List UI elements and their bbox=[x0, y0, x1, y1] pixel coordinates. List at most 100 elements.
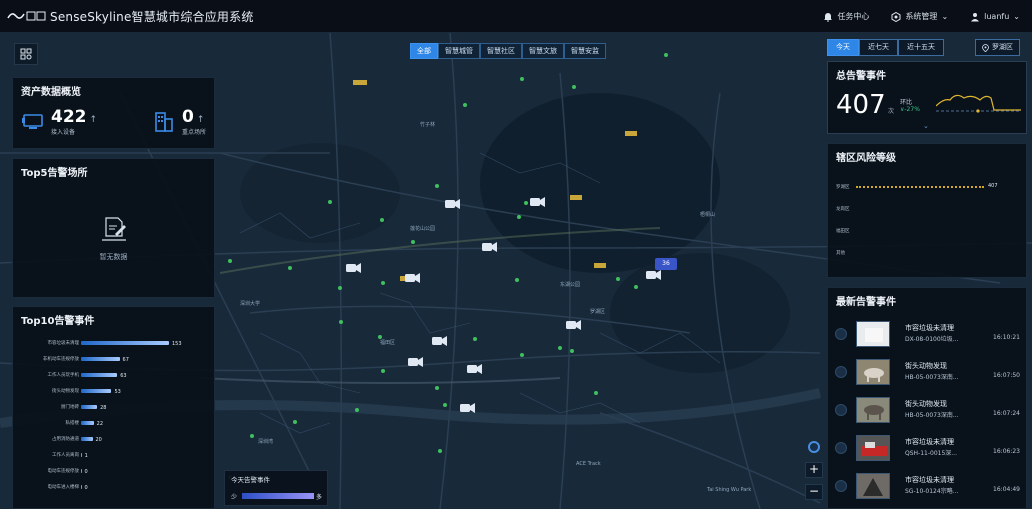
alert-snapshot-thumbnail[interactable] bbox=[856, 321, 890, 347]
bar-fill bbox=[81, 469, 82, 473]
devices-value: 422 bbox=[51, 107, 87, 127]
bar-value: 20 bbox=[95, 437, 102, 443]
alert-snapshot-thumbnail[interactable] bbox=[856, 435, 890, 461]
tab-last-15-days[interactable]: 近十五天 bbox=[898, 39, 944, 56]
alert-row[interactable]: 市容垃圾未清理 SG-10-0124宗略... 16:04:49 bbox=[828, 468, 1026, 504]
expand-chevron-icon[interactable]: ⌄ bbox=[923, 122, 929, 130]
alert-type: 市容垃圾未清理 bbox=[905, 476, 954, 484]
camera-icon[interactable] bbox=[530, 196, 545, 208]
panel-title: 总告警事件 bbox=[836, 71, 886, 82]
zoom-in-button[interactable]: + bbox=[805, 462, 823, 478]
map-label: Tai Shing Wu Park bbox=[707, 487, 752, 493]
alert-camera: HB-05-0073深南... bbox=[905, 412, 959, 419]
bar-fill bbox=[81, 389, 112, 393]
bar-track: 153 bbox=[81, 341, 182, 347]
task-center-button[interactable]: 任务中心 bbox=[823, 11, 869, 22]
bar-track: 28 bbox=[81, 405, 169, 411]
risk-label: 其他 bbox=[836, 251, 845, 256]
tab-smart-tourism[interactable]: 智慧文旅 bbox=[522, 43, 564, 59]
top10-bar-row: 电动车进入楼梯 0 bbox=[13, 483, 214, 491]
cluster-marker[interactable]: 36 bbox=[655, 258, 677, 270]
bar-label: 工作人员离岗 bbox=[52, 453, 79, 458]
chevron-down-icon: ⌄ bbox=[941, 12, 949, 21]
tab-all[interactable]: 全部 bbox=[410, 43, 438, 59]
alert-time: 16:07:50 bbox=[993, 372, 1020, 379]
legend-low-label: 少 bbox=[231, 494, 238, 501]
layer-toggle-button[interactable] bbox=[14, 43, 38, 65]
bar-fill bbox=[81, 485, 82, 489]
asset-overview-panel: 资产数据概览 422 ↑ 接入设备 0 ↑ 重点场所 bbox=[12, 77, 215, 149]
user-icon bbox=[971, 12, 980, 21]
risk-row: 福田区 bbox=[828, 226, 1026, 236]
bar-label: 电动车违规停放 bbox=[47, 469, 80, 474]
devices-label: 接入设备 bbox=[51, 129, 76, 136]
app-title: SenseSkyline智慧城市综合应用系统 bbox=[50, 9, 254, 24]
chevron-down-icon: ⌄ bbox=[1013, 12, 1020, 21]
risk-row: 龙岗区 bbox=[828, 204, 1026, 214]
camera-icon[interactable] bbox=[467, 363, 482, 375]
risk-label: 福田区 bbox=[836, 229, 850, 234]
total-alerts-panel: 总告警事件 407 次 环比 ∨-27% ⌄ bbox=[827, 61, 1027, 134]
area-select-label: 罗湖区 bbox=[992, 43, 1013, 51]
top10-bar-row: 私搭楼 22 bbox=[13, 419, 214, 427]
tab-smart-safety[interactable]: 智慧安监 bbox=[564, 43, 606, 59]
map-label: 罗湖区 bbox=[590, 309, 606, 315]
camera-icon[interactable] bbox=[482, 241, 497, 253]
alert-row[interactable]: 街头动物发现 HB-05-0073深南... 16:07:24 bbox=[828, 392, 1026, 428]
map-label: 福田区 bbox=[380, 340, 396, 346]
panel-title: 资产数据概览 bbox=[21, 87, 81, 98]
bar-value: 153 bbox=[172, 341, 182, 347]
area-select-button[interactable]: 罗湖区 bbox=[975, 39, 1020, 56]
camera-icon[interactable] bbox=[566, 319, 581, 331]
alert-camera: QSH-11-0015深... bbox=[905, 450, 957, 457]
alert-type: 市容垃圾未清理 bbox=[905, 324, 954, 332]
camera-icon[interactable] bbox=[408, 356, 423, 368]
alert-type-icon bbox=[835, 442, 847, 454]
alert-row[interactable]: 市容垃圾未清理 DX-08-0100垃圾... 16:10:21 bbox=[828, 316, 1026, 352]
alert-camera: DX-08-0100垃圾... bbox=[905, 336, 959, 343]
legend-gradient bbox=[242, 493, 314, 499]
alert-snapshot-thumbnail[interactable] bbox=[856, 359, 890, 385]
bar-label: 厨门地砖 bbox=[61, 405, 79, 410]
alert-time: 16:10:21 bbox=[993, 334, 1020, 341]
tab-last-7-days[interactable]: 近七天 bbox=[859, 39, 898, 56]
camera-icon[interactable] bbox=[432, 335, 447, 347]
top10-bar-row: 街头动物发现 53 bbox=[13, 387, 214, 395]
zoom-out-button[interactable]: − bbox=[805, 484, 823, 500]
user-name: luanfu bbox=[984, 12, 1010, 21]
camera-icon[interactable] bbox=[445, 198, 460, 210]
alert-row[interactable]: 市容垃圾未清理 QSH-11-0015深... 16:06:23 bbox=[828, 430, 1026, 466]
bar-fill bbox=[81, 405, 98, 409]
tab-today[interactable]: 今天 bbox=[827, 39, 859, 56]
panel-title: Top5告警场所 bbox=[21, 168, 88, 179]
total-alerts-unit: 次 bbox=[888, 108, 895, 115]
top5-places-panel: Top5告警场所 暂无数据 bbox=[12, 158, 215, 298]
bar-value: 1 bbox=[84, 453, 88, 459]
locate-icon[interactable] bbox=[808, 441, 820, 453]
panel-title: 辖区风险等级 bbox=[836, 153, 896, 164]
legend-title: 今天告警事件 bbox=[231, 476, 270, 484]
bar-track: 67 bbox=[81, 357, 169, 363]
alert-time: 16:06:23 bbox=[993, 448, 1020, 455]
camera-icon[interactable] bbox=[646, 269, 661, 281]
tab-smart-city[interactable]: 智慧城管 bbox=[438, 43, 480, 59]
bar-track: 1 bbox=[81, 453, 169, 459]
settings-hex-icon bbox=[891, 11, 901, 22]
alert-camera: SG-10-0124宗略... bbox=[905, 488, 959, 495]
user-menu[interactable]: luanfu ⌄ bbox=[970, 12, 1020, 22]
alert-row[interactable]: 街头动物发现 HB-05-0073深南... 16:07:50 bbox=[828, 354, 1026, 390]
bell-icon bbox=[824, 12, 833, 21]
alert-snapshot-thumbnail[interactable] bbox=[856, 397, 890, 423]
bar-track: 63 bbox=[81, 373, 169, 379]
top10-bar-row: 工作人员玩手机 63 bbox=[13, 371, 214, 379]
alert-snapshot-thumbnail[interactable] bbox=[856, 473, 890, 499]
top10-bar-row: 市容垃圾未清理 153 bbox=[13, 339, 214, 347]
bar-fill bbox=[81, 421, 94, 425]
camera-icon[interactable] bbox=[405, 272, 420, 284]
map-label: 东湖公园 bbox=[560, 282, 581, 288]
camera-icon[interactable] bbox=[460, 402, 475, 414]
system-mgmt-menu[interactable]: 系统管理 ⌄ bbox=[891, 11, 948, 22]
bar-track: 0 bbox=[81, 469, 169, 475]
tab-smart-community[interactable]: 智慧社区 bbox=[480, 43, 522, 59]
camera-icon[interactable] bbox=[346, 262, 361, 274]
